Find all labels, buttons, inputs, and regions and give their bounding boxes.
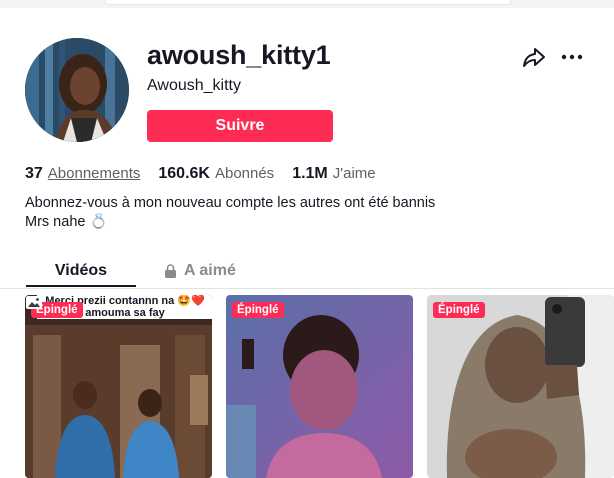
more-icon[interactable] <box>560 46 584 68</box>
share-icon[interactable] <box>522 46 546 68</box>
likes-stat: 1.1M J'aime <box>292 165 375 183</box>
bio-line: Mrs nahe 💍 <box>25 214 108 230</box>
following-count: 37 <box>25 165 43 182</box>
tab-active-indicator <box>26 285 136 287</box>
video-thumbnail[interactable]: Épinglé <box>427 295 614 478</box>
photo-icon <box>26 296 42 309</box>
following-stat[interactable]: 37 Abonnements <box>25 165 140 183</box>
username: awoush_kitty1 <box>147 40 331 70</box>
tab-videos[interactable]: Vidéos <box>26 253 136 289</box>
pinned-badge: Épinglé <box>433 302 485 318</box>
avatar[interactable] <box>25 38 129 142</box>
video-thumbnail[interactable]: Merci prezii contannn na 🤩❤️ amouma sa f… <box>25 295 212 478</box>
pinned-badge: Épinglé <box>232 302 284 318</box>
address-bar-edge <box>104 0 512 5</box>
nickname: Awoush_kitty <box>147 77 241 94</box>
follow-button[interactable]: Suivre <box>147 110 333 142</box>
profile-stats: 37 Abonnements 160.6K Abonnés 1.1M J'aim… <box>25 165 394 183</box>
bio-line: Abonnez-vous à mon nouveau compte les au… <box>25 195 436 211</box>
browser-top-strip <box>0 0 614 8</box>
followers-count: 160.6K <box>158 165 210 182</box>
likes-label: J'aime <box>332 165 376 182</box>
tab-liked-label: A aimé <box>184 262 236 279</box>
lock-icon <box>165 264 176 278</box>
video-grid: Merci prezii contannn na 🤩❤️ amouma sa f… <box>0 295 614 478</box>
followers-label: Abonnés <box>214 165 275 182</box>
tab-videos-label: Vidéos <box>54 262 108 279</box>
video-thumbnail[interactable]: Épinglé <box>226 295 413 478</box>
followers-stat: 160.6K Abonnés <box>158 165 274 183</box>
likes-count: 1.1M <box>292 165 328 182</box>
tab-liked[interactable]: A aimé <box>164 253 236 289</box>
bio: Abonnez-vous à mon nouveau compte les au… <box>25 194 435 232</box>
profile-tabs: Vidéos A aimé <box>0 253 614 289</box>
following-label[interactable]: Abonnements <box>48 165 141 182</box>
